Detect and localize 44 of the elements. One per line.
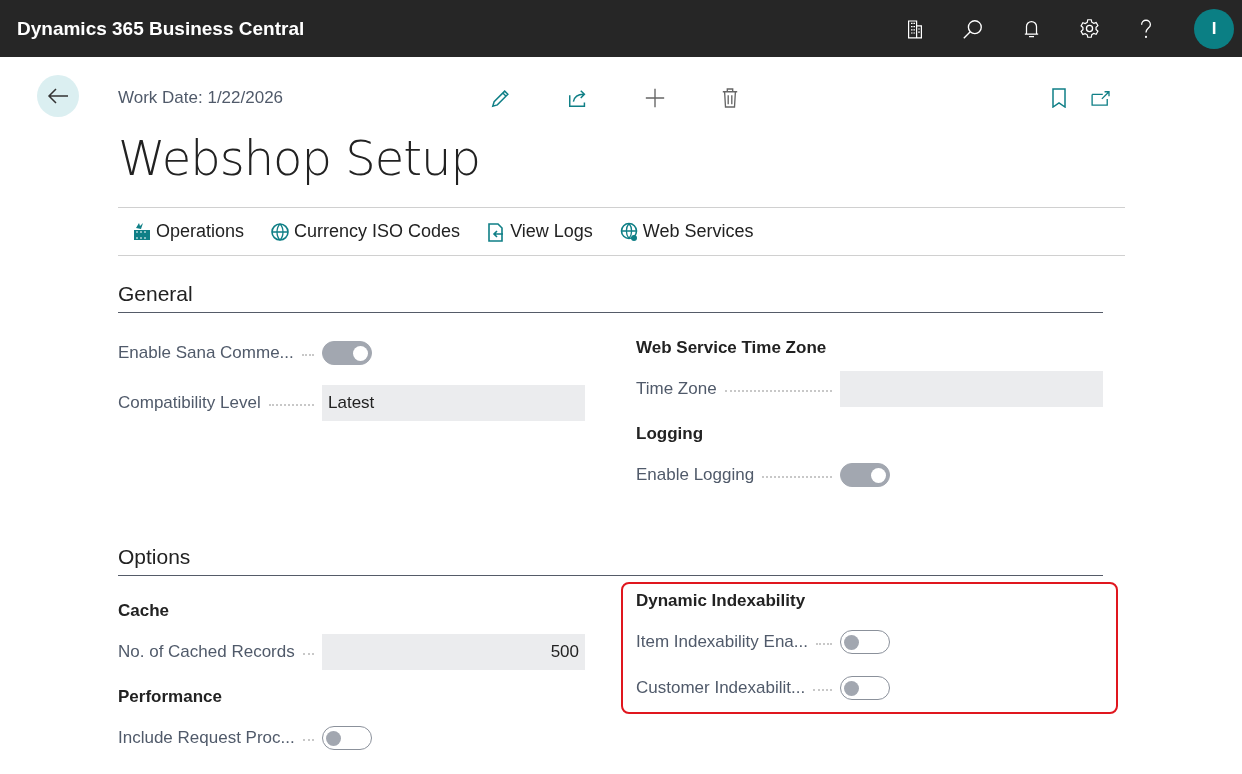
action-button[interactable]: Operations <box>132 221 245 242</box>
action-button[interactable]: Currency ISO Codes <box>270 221 461 242</box>
toggle-switch[interactable] <box>322 341 372 365</box>
work-date: Work Date: 1/22/2026 <box>118 88 285 108</box>
film-icon <box>132 221 152 242</box>
toggle-switch[interactable] <box>840 630 890 654</box>
group-heading: Cache <box>118 600 171 622</box>
field-label: Item Indexability Ena... <box>636 632 808 652</box>
toggle-switch[interactable] <box>840 676 890 700</box>
user-avatar[interactable]: I <box>1194 8 1234 49</box>
toggle-switch[interactable] <box>840 463 890 487</box>
search-icon[interactable] <box>962 17 984 40</box>
bookmark-icon[interactable] <box>1052 88 1066 108</box>
action-button[interactable]: View Logs <box>486 221 593 242</box>
group-heading: Dynamic Indexability <box>636 590 807 612</box>
input-field[interactable]: Latest <box>322 385 585 421</box>
field-label: Enable Sana Comme... <box>118 343 294 363</box>
globe-icon <box>618 221 639 242</box>
app-title: Dynamics 365 Business Central <box>17 17 305 40</box>
edit-icon[interactable] <box>490 87 512 109</box>
field-label: Customer Indexabilit... <box>636 678 806 698</box>
help-icon[interactable] <box>1139 17 1153 40</box>
open-in-new-window-icon[interactable] <box>1091 90 1111 106</box>
add-icon[interactable] <box>644 87 666 109</box>
section-title[interactable]: Options <box>118 545 1103 576</box>
delete-icon[interactable] <box>721 87 739 109</box>
field-label: Compatibility Level <box>118 393 261 413</box>
field-label: No. of Cached Records <box>118 642 295 662</box>
toggle-switch[interactable] <box>322 726 372 750</box>
page-title: Webshop Setup <box>118 129 481 188</box>
action-button[interactable]: Web Services <box>618 221 754 242</box>
field-label: Time Zone <box>636 379 717 399</box>
globe-icon <box>270 221 291 242</box>
back-button[interactable] <box>37 75 79 117</box>
field-label: Include Request Proc... <box>118 728 295 748</box>
building-icon[interactable] <box>907 18 923 39</box>
input-field[interactable]: 500 <box>322 634 585 670</box>
field-label: Enable Logging <box>636 465 755 485</box>
section-title[interactable]: General <box>118 282 1103 313</box>
settings-icon[interactable] <box>1079 18 1100 39</box>
group-heading: Web Service Time Zone <box>636 337 828 359</box>
bell-icon[interactable] <box>1023 18 1040 39</box>
group-heading: Logging <box>636 423 705 445</box>
group-heading: Performance <box>118 686 223 708</box>
